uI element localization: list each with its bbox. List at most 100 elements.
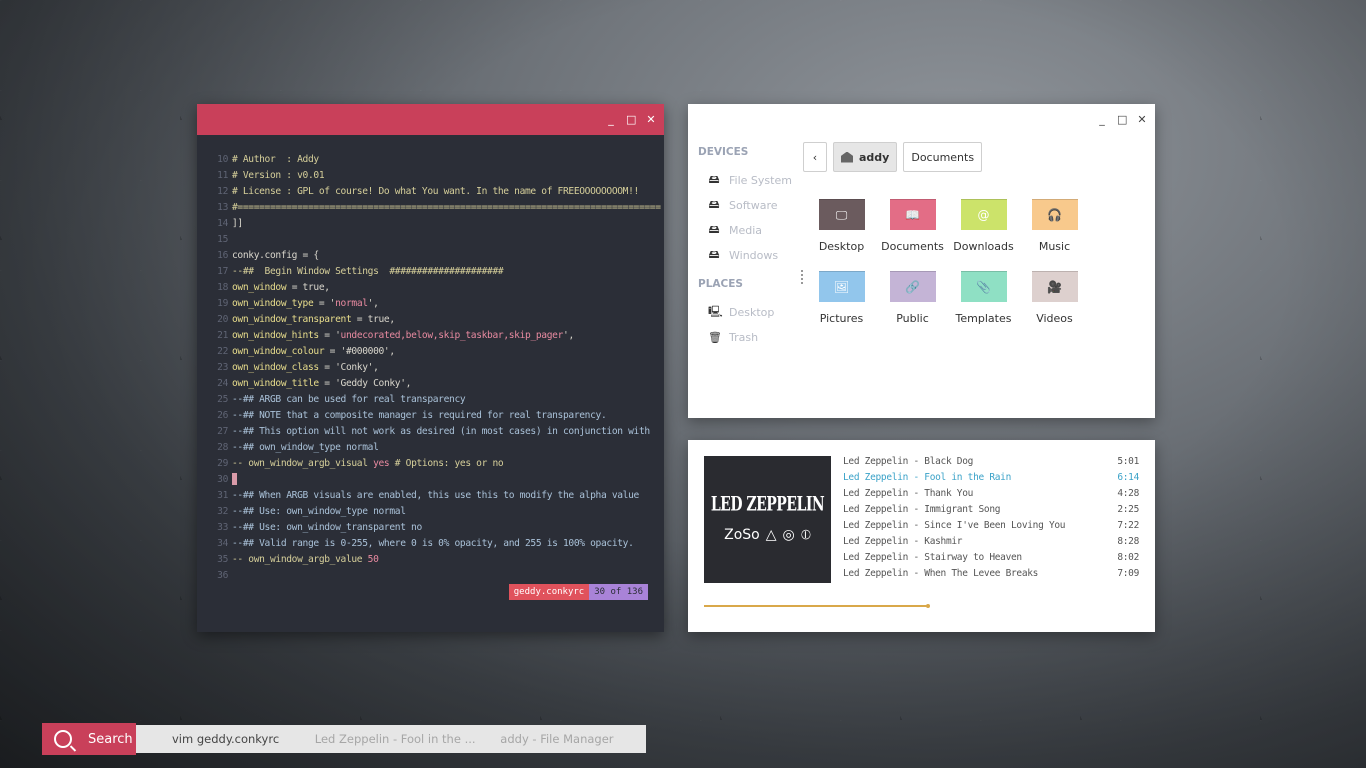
task-terminal[interactable]: vim geddy.conkyrc	[172, 732, 315, 746]
status-filename: geddy.conkyrc	[508, 584, 590, 600]
terminal-titlebar[interactable]: _ □ ✕	[197, 104, 664, 135]
folder-label: Pictures	[819, 312, 864, 325]
code-line: 30	[211, 472, 654, 488]
sidebar: DEVICES 🖴 File System 🖴 Software 🖴 Media 🖴 Wind…	[698, 146, 793, 350]
line-number: 26	[217, 410, 228, 421]
file-manager-window[interactable]: _ □ ✕ DEVICES 🖴 File System 🖴 Software 🖴 Medi…	[688, 104, 1155, 418]
sidebar-item-software[interactable]: 🖴 Software	[698, 193, 793, 218]
track-row[interactable]: Led Zeppelin - Fool in the Rain 6:14	[843, 472, 1139, 488]
minimize-icon[interactable]: _	[1097, 114, 1107, 125]
sidebar-resize-handle[interactable]	[801, 270, 805, 284]
code-token: --## This option will not work as desire…	[232, 426, 650, 437]
sidebar-item-desktop[interactable]: 🖳 Desktop	[698, 300, 793, 325]
track-row[interactable]: Led Zeppelin - Black Dog 5:01	[843, 456, 1139, 472]
folder-documents[interactable]: 📖 Documents	[877, 199, 948, 260]
desktop-icon: 🖳	[708, 305, 723, 318]
path-current-label: Documents	[911, 150, 975, 164]
line-number: 22	[217, 346, 228, 357]
track-duration: 7:22	[1117, 520, 1139, 531]
folder-videos[interactable]: 🎥 Videos	[1019, 271, 1090, 332]
code-token: yes	[373, 458, 390, 469]
code-line: 25 --## ARGB can be used for real transpa…	[211, 392, 654, 408]
folder-pictures[interactable]: 🖼 Pictures	[806, 271, 877, 332]
code-token: --## When ARGB visuals are enabled, this…	[232, 490, 639, 501]
minimize-icon[interactable]: _	[606, 114, 616, 125]
close-icon[interactable]: ✕	[646, 114, 656, 125]
line-number: 32	[217, 506, 228, 517]
line-number: 10	[217, 154, 228, 165]
folder-icon: 📎	[960, 271, 1007, 302]
line-number: 12	[217, 186, 228, 197]
code-line: 28 --## own_window_type normal	[211, 440, 654, 456]
folder-public[interactable]: 🔗 Public	[877, 271, 948, 332]
code-line: 33 --## Use: own_window_transparent no	[211, 520, 654, 536]
code-line: 10 # Author : Addy	[211, 152, 654, 168]
close-icon[interactable]: ✕	[1137, 114, 1147, 125]
code-line: 31 --## When ARGB visuals are enabled, th…	[211, 488, 654, 504]
album-band-name: LED ZEPPELIN	[710, 493, 825, 516]
line-number: 35	[217, 554, 228, 565]
line-number: 28	[217, 442, 228, 453]
track-row[interactable]: Led Zeppelin - Thank You 4:28	[843, 488, 1139, 504]
file-manager-titlebar[interactable]: _ □ ✕	[688, 104, 1155, 135]
code-token: = true,	[351, 314, 395, 325]
sidebar-item-windows[interactable]: 🖴 Windows	[698, 243, 793, 268]
code-line: 14]]	[211, 216, 654, 232]
line-number: 24	[217, 378, 228, 389]
track-row[interactable]: Led Zeppelin - Kashmir 8:28	[843, 536, 1139, 552]
sidebar-item-media[interactable]: 🖴 Media	[698, 218, 793, 243]
task-file-manager[interactable]: addy - File Manager	[500, 732, 646, 746]
maximize-icon[interactable]: □	[626, 114, 636, 125]
sidebar-item-label: Software	[729, 199, 778, 212]
back-button[interactable]: ‹	[803, 142, 827, 172]
path-home-button[interactable]: addy	[833, 142, 898, 172]
line-number: 11	[217, 170, 228, 181]
sidebar-item-file-system[interactable]: 🖴 File System	[698, 168, 793, 193]
track-row[interactable]: Led Zeppelin - When The Levee Breaks 7:09	[843, 568, 1139, 584]
sidebar-item-trash[interactable]: 🗑 Trash	[698, 325, 793, 350]
code-token: ',	[367, 298, 379, 309]
folder-label: Public	[896, 312, 929, 325]
track-title: Led Zeppelin - Kashmir	[843, 536, 963, 547]
track-title: Led Zeppelin - Fool in the Rain	[843, 472, 1012, 483]
track-row[interactable]: Led Zeppelin - Since I've Been Loving Yo…	[843, 520, 1139, 536]
code-line: 16 conky.config = {	[211, 248, 654, 264]
sidebar-item-label: Trash	[729, 331, 759, 344]
maximize-icon[interactable]: □	[1117, 114, 1127, 125]
folder-icon: 🎥	[1031, 271, 1078, 302]
line-number: 20	[217, 314, 228, 325]
track-duration: 8:28	[1117, 536, 1139, 547]
path-documents-button[interactable]: Documents	[903, 142, 983, 172]
code-token: #=======================================…	[232, 202, 661, 213]
playback-progress[interactable]	[704, 604, 1134, 608]
code-token: = '	[313, 298, 336, 309]
code-line: 22 own_window_colour = '#000000',	[211, 344, 654, 360]
progress-fill	[704, 604, 930, 608]
code-token: --## NOTE that a composite manager is re…	[232, 410, 607, 421]
code-token: # Version : v0.01	[232, 170, 325, 181]
sidebar-item-label: Desktop	[729, 306, 775, 319]
line-number: 30	[217, 474, 228, 485]
code-line: 36	[211, 568, 654, 584]
folder-downloads[interactable]: @ Downloads	[948, 199, 1019, 260]
status-position: 30 of 136	[589, 584, 648, 600]
track-row[interactable]: Led Zeppelin - Stairway to Heaven 8:02	[843, 552, 1139, 568]
terminal-window[interactable]: _ □ ✕ 10 # Author : Addy 11 # Version : v0.…	[197, 104, 664, 632]
search-button[interactable]: Search	[42, 723, 136, 755]
album-symbol-icon: △	[765, 526, 777, 543]
code-token: --## Valid range is 0-255, where 0 is 0%…	[232, 538, 634, 549]
code-token: 50	[367, 554, 379, 565]
code-editor[interactable]: 10 # Author : Addy 11 # Version : v0.01 12 # …	[211, 152, 661, 584]
track-row[interactable]: Led Zeppelin - Immigrant Song 2:25	[843, 504, 1139, 520]
line-number: 15	[217, 234, 228, 245]
folder-templates[interactable]: 📎 Templates	[948, 271, 1019, 332]
line-number: 18	[217, 282, 228, 293]
progress-knob[interactable]	[925, 604, 930, 608]
code-token: --## ARGB can be used for real transpare…	[232, 394, 466, 405]
track-duration: 8:02	[1117, 552, 1139, 563]
folder-desktop[interactable]: 🖵 Desktop	[806, 199, 877, 260]
album-symbol-icon: ◎	[782, 526, 795, 543]
task-music[interactable]: Led Zeppelin - Fool in the ...	[315, 732, 501, 746]
folder-music[interactable]: 🎧 Music	[1019, 199, 1090, 260]
folder-icon: 🎧	[1031, 199, 1078, 230]
